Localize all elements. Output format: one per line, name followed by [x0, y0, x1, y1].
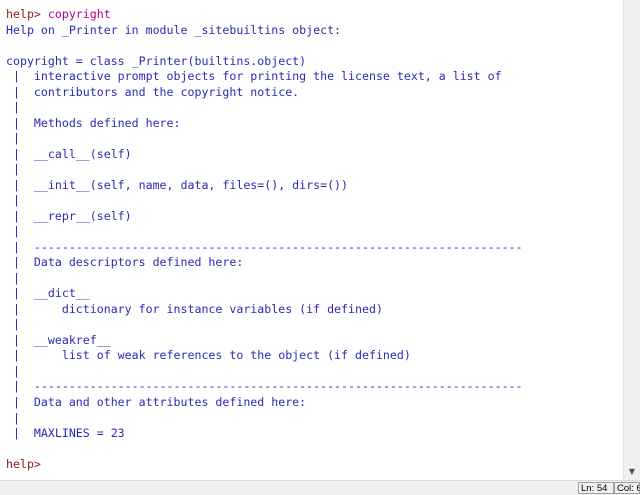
- vertical-scrollbar[interactable]: ▼: [623, 0, 640, 480]
- output-line: | --------------------------------------…: [6, 379, 523, 394]
- prompt-line: help> copyright: [6, 7, 111, 23]
- prompt-label: help>: [6, 7, 48, 21]
- output-line: |: [6, 224, 20, 239]
- prompt-label: help>: [6, 457, 48, 472]
- line-number-indicator: Ln: 54: [578, 482, 614, 494]
- shell-output-area[interactable]: help> copyright Help on _Printer in modul…: [0, 0, 623, 480]
- output-line: | Methods defined here:: [6, 115, 181, 130]
- output-line: | Data and other attributes defined here…: [6, 395, 307, 409]
- output-line: |: [6, 162, 20, 177]
- output-line: copyright = class _Printer(builtins.obje…: [6, 53, 307, 68]
- output-line: |: [6, 363, 20, 378]
- output-line: | list of weak references to the object …: [6, 348, 411, 363]
- output-line: |: [6, 270, 20, 285]
- output-line: | __dict__: [6, 286, 90, 301]
- column-number-indicator: Col: 6: [614, 482, 640, 494]
- output-line: | MAXLINES = 23: [6, 426, 125, 441]
- prompt-line: help>: [6, 457, 48, 473]
- output-line: | __weakref__: [6, 332, 111, 347]
- output-line: | dictionary for instance variables (if …: [6, 301, 383, 316]
- output-line: | Data descriptors defined here:: [6, 255, 244, 270]
- output-line: | __repr__(self): [6, 208, 132, 223]
- output-line: | --------------------------------------…: [6, 239, 523, 254]
- output-line: | __init__(self, name, data, files=(), d…: [6, 177, 349, 192]
- output-line: |: [6, 131, 20, 146]
- output-line: | __call__(self): [6, 146, 132, 161]
- scroll-down-arrow-icon[interactable]: ▼: [624, 463, 640, 480]
- output-line: |: [6, 410, 20, 425]
- output-line: Help on _Printer in module _sitebuiltins…: [6, 22, 342, 37]
- output-line: | interactive prompt objects for printin…: [6, 69, 502, 84]
- status-bar: Ln: 54 Col: 6: [0, 480, 640, 495]
- command-text[interactable]: copyright: [48, 7, 111, 21]
- output-line: |: [6, 100, 20, 115]
- output-line: | contributors and the copyright notice.: [6, 84, 300, 99]
- output-line: |: [6, 193, 20, 208]
- output-line: |: [6, 317, 20, 332]
